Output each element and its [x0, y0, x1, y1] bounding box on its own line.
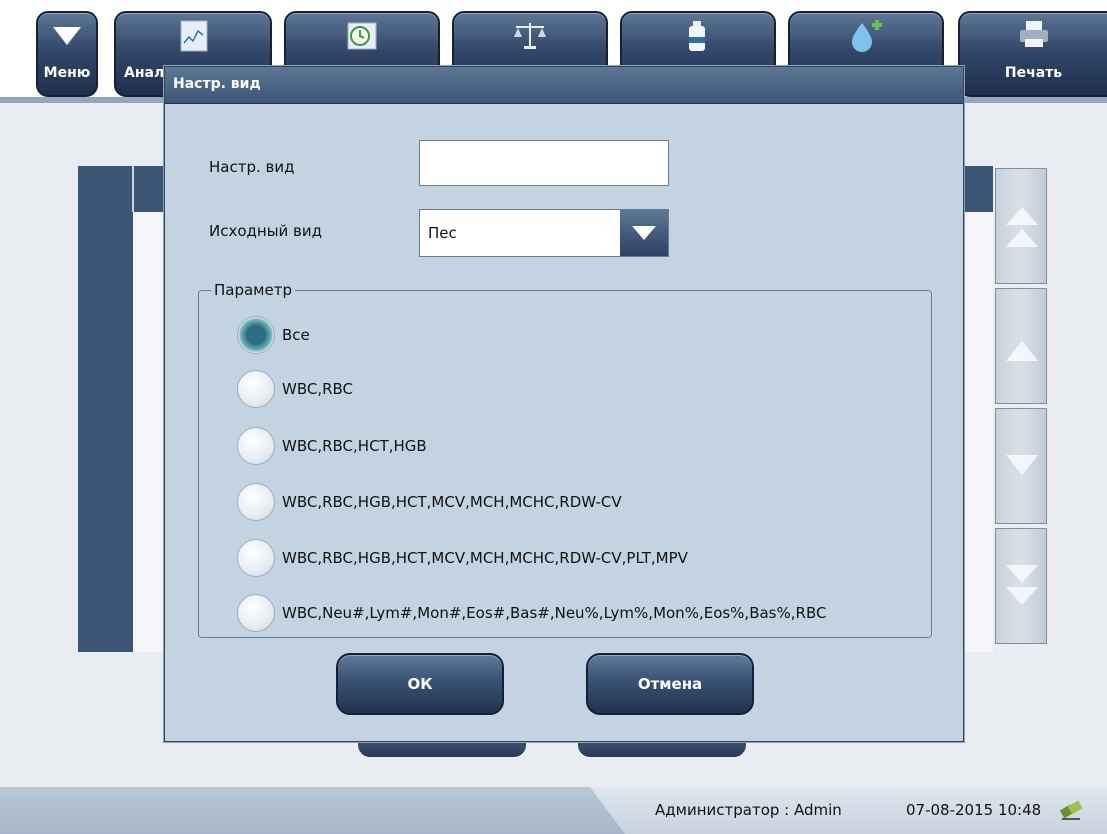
radio-button[interactable]	[237, 539, 275, 577]
status-datetime: 07-08-2015 10:48	[906, 801, 1042, 819]
original-view-value: Пес	[428, 224, 457, 242]
radio-label: WBC,RBC,HGB,HCT,MCV,MCH,MCHC,RDW-CV	[282, 493, 622, 511]
printer-icon	[1019, 21, 1048, 47]
dropdown-toggle[interactable]	[620, 210, 668, 256]
cancel-button[interactable]: Отмена	[586, 653, 754, 715]
radio-button[interactable]	[237, 370, 275, 408]
print-label: Печать	[1004, 65, 1063, 81]
clock-sheet-icon	[347, 22, 377, 50]
double-up-icon	[1006, 207, 1038, 247]
down-icon	[1006, 455, 1038, 475]
custom-view-input[interactable]	[419, 140, 669, 186]
radio-label: WBC,RBC	[282, 380, 354, 398]
parameter-group-label: Параметр	[211, 281, 295, 299]
scroll-up-button[interactable]	[995, 288, 1047, 404]
scales-icon	[514, 23, 546, 49]
status-bar: Администратор : Admin 07-08-2015 10:48	[0, 787, 1107, 834]
custom-view-label: Настр. вид	[209, 158, 295, 176]
double-down-icon	[1006, 565, 1038, 605]
radio-button[interactable]	[237, 483, 275, 521]
radio-label: WBC,RBC,HGB,HCT,MCV,MCH,MCHC,RDW-CV,PLT,…	[282, 549, 688, 567]
status-user: Администратор : Admin	[655, 801, 842, 819]
radio-label: WBC,Neu#,Lym#,Mon#,Eos#,Bas#,Neu%,Lym%,M…	[282, 604, 827, 622]
header-separator	[132, 166, 134, 212]
custom-view-dialog: Настр. вид Настр. вид Исходный вид Пес П…	[164, 66, 964, 742]
menu-button[interactable]: Меню	[36, 11, 98, 97]
scroll-bottom-button[interactable]	[995, 528, 1047, 644]
drop-plus-icon	[852, 20, 882, 52]
original-view-dropdown[interactable]: Пес	[419, 209, 669, 257]
radio-button[interactable]	[237, 427, 275, 465]
radio-label: WBC,RBC,HCT,HGB	[282, 437, 427, 455]
dialog-title: Настр. вид	[173, 76, 261, 92]
radio-button[interactable]	[237, 594, 275, 632]
bottle-icon	[689, 21, 705, 51]
triangle-down-icon	[53, 27, 81, 45]
dialog-titlebar: Настр. вид	[165, 67, 963, 104]
scroll-top-button[interactable]	[995, 168, 1047, 284]
menu-label: Меню	[43, 65, 91, 81]
analysis-label: Анал	[124, 65, 165, 81]
print-button[interactable]: Печать	[958, 11, 1107, 97]
original-view-label: Исходный вид	[209, 222, 323, 240]
network-icon	[1059, 800, 1083, 820]
chart-sheet-icon	[180, 20, 208, 52]
ok-button[interactable]: ОК	[336, 653, 504, 715]
table-row-header	[78, 212, 133, 652]
status-tab	[0, 787, 625, 834]
scroll-down-button[interactable]	[995, 408, 1047, 524]
radio-button[interactable]	[237, 316, 275, 354]
up-icon	[1006, 341, 1038, 361]
radio-label: Все	[282, 326, 310, 344]
chevron-down-icon	[632, 226, 656, 240]
